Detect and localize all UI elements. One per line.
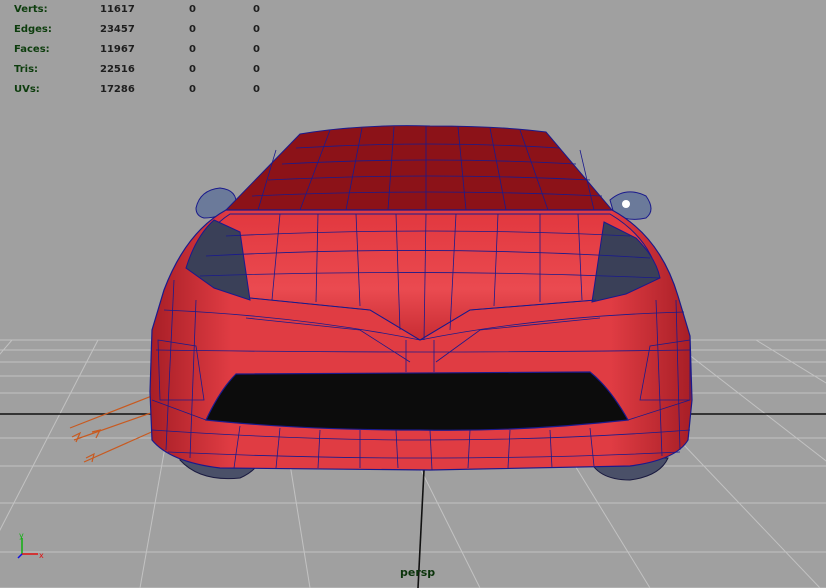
- hud-label: Verts:: [14, 4, 48, 15]
- hud-value: 0: [189, 4, 196, 15]
- hud-value: 0: [253, 4, 260, 15]
- hud-value: 0: [189, 84, 196, 95]
- hud-value: 0: [189, 64, 196, 75]
- hud-row-uvs: UVs: 17286 0 0: [14, 80, 274, 100]
- hud-value: 0: [189, 44, 196, 55]
- hud-value: 0: [253, 24, 260, 35]
- hud-value: 11967: [100, 44, 135, 55]
- gizmo-label-y: y: [19, 531, 24, 540]
- car-body-mesh: [149, 125, 693, 471]
- hud-value: 22516: [100, 64, 135, 75]
- hud-row-faces: Faces: 11967 0 0: [14, 40, 274, 60]
- perspective-viewport[interactable]: Verts: 11617 0 0 Edges: 23457 0 0 Faces:…: [0, 0, 826, 588]
- gizmo-label-x: x: [39, 551, 44, 560]
- hud-value: 23457: [100, 24, 135, 35]
- hud-value: 0: [189, 24, 196, 35]
- hud-value: 11617: [100, 4, 135, 15]
- hud-value: 17286: [100, 84, 135, 95]
- hud-label: Edges:: [14, 24, 52, 35]
- hud-label: Faces:: [14, 44, 50, 55]
- hud-value: 0: [253, 84, 260, 95]
- hud-row-verts: Verts: 11617 0 0: [14, 0, 274, 20]
- hud-row-tris: Tris: 22516 0 0: [14, 60, 274, 80]
- camera-name-label: persp: [400, 566, 436, 579]
- poly-count-hud: Verts: 11617 0 0 Edges: 23457 0 0 Faces:…: [14, 0, 274, 100]
- hud-value: 0: [253, 64, 260, 75]
- hud-label: Tris:: [14, 64, 39, 75]
- hud-label: UVs:: [14, 84, 40, 95]
- view-axis-gizmo: y x: [17, 531, 44, 560]
- hud-row-edges: Edges: 23457 0 0: [14, 20, 274, 40]
- hud-value: 0: [253, 44, 260, 55]
